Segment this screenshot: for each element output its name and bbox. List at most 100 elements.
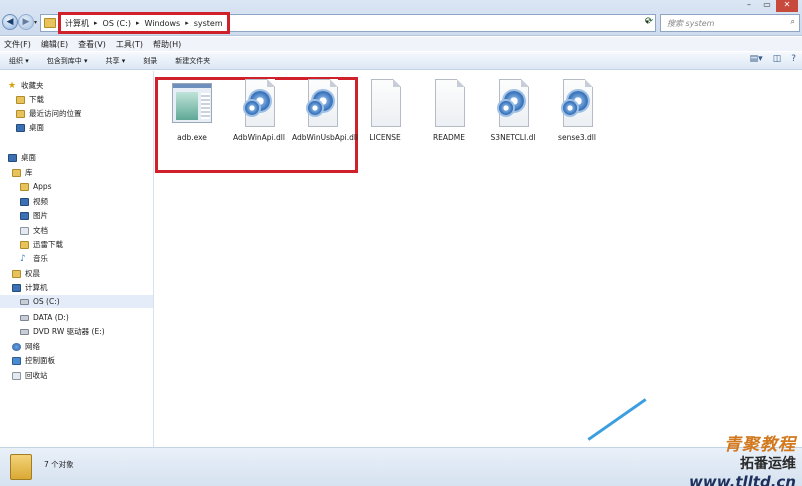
blank-file-icon	[365, 77, 405, 129]
view-controls: ▤▾ ◫ ?	[750, 54, 796, 64]
downloads-folder-icon	[16, 95, 25, 104]
recent-places-icon	[16, 109, 25, 118]
nav-label: 收藏夹	[21, 81, 44, 90]
arrow-left-icon: ◀	[6, 17, 14, 27]
nav-user-folder[interactable]: 权晨	[12, 267, 40, 280]
include-in-library-button[interactable]: 包含到库中 ▾	[38, 56, 97, 66]
dll-gear-icon	[302, 77, 342, 129]
menu-file[interactable]: 文件(F)	[4, 39, 31, 50]
search-icon[interactable]: ⌕	[791, 17, 795, 27]
file-name: adb.exe	[177, 133, 207, 142]
video-library-icon	[20, 197, 29, 206]
nav-label: 视频	[33, 197, 48, 206]
minimize-icon[interactable]: –	[740, 0, 758, 12]
folder-icon	[10, 454, 32, 480]
desktop-icon	[8, 153, 17, 162]
breadcrumb-system[interactable]: system	[194, 19, 223, 28]
nav-downloads[interactable]: 下载	[16, 93, 44, 106]
star-icon: ★	[8, 80, 17, 91]
file-item-adbwinapi-dll[interactable]: AdbWinApi.dll	[229, 77, 289, 142]
nav-control-panel[interactable]: 控制面板	[12, 354, 55, 367]
breadcrumb-separator-icon[interactable]: ▸	[94, 19, 98, 27]
search-placeholder: 搜索 system	[667, 19, 715, 28]
menu-tools[interactable]: 工具(T)	[116, 39, 143, 50]
nav-xunlei-downloads[interactable]: 迅雷下载	[20, 238, 63, 251]
share-button[interactable]: 共享 ▾	[97, 56, 135, 66]
file-name: AdbWinApi.dll	[233, 133, 285, 142]
menu-bar: 文件(F) 编辑(E) 查看(V) 工具(T) 帮助(H)	[0, 37, 802, 51]
nav-label: DATA (D:)	[33, 313, 69, 322]
file-item-sense3-dll[interactable]: sense3.dll	[547, 77, 607, 142]
nav-computer[interactable]: 计算机	[12, 281, 48, 294]
nav-drive-c[interactable]: OS (C:)	[0, 295, 153, 308]
file-list: adb.exe AdbWinApi.dll AdbWinUsbApi.dll L…	[155, 71, 802, 447]
breadcrumb-windows[interactable]: Windows	[144, 19, 180, 28]
command-bar: 组织 ▾ 包含到库中 ▾ 共享 ▾ 刻录 新建文件夹 ▤▾ ◫ ?	[0, 52, 802, 70]
music-note-icon: ♪	[20, 253, 26, 264]
close-icon[interactable]: ✕	[776, 0, 798, 12]
watermark-url: www.tlltd.cn	[689, 473, 796, 486]
address-box[interactable]: 计算机 ▸ OS (C:) ▸ Windows ▸ system ▾	[40, 12, 656, 34]
file-item-adb-exe[interactable]: adb.exe	[162, 77, 222, 142]
organize-button[interactable]: 组织 ▾	[0, 56, 38, 66]
nav-dvd-drive[interactable]: DVD RW 驱动器 (E:)	[20, 325, 105, 338]
nav-documents[interactable]: 文档	[20, 224, 48, 237]
file-item-s3netcli-dll[interactable]: S3NETCLI.dl	[483, 77, 543, 142]
watermark: 青聚教程 拓番运维 www.tlltd.cn	[689, 430, 796, 486]
nav-music[interactable]: ♪ 音乐	[20, 252, 48, 265]
refresh-icon[interactable]: ⟳	[642, 16, 656, 30]
breadcrumb-drive-c[interactable]: OS (C:)	[103, 19, 131, 28]
xunlei-library-icon	[20, 240, 29, 249]
forward-button[interactable]: ▶	[18, 14, 34, 30]
breadcrumb-separator-icon[interactable]: ▸	[185, 19, 189, 27]
folder-icon	[44, 18, 56, 28]
nav-label: 库	[25, 168, 33, 177]
nav-label: 回收站	[25, 371, 48, 380]
help-icon[interactable]: ?	[791, 54, 796, 64]
file-item-adbwinusbapi-dll[interactable]: AdbWinUsbApi.dll	[292, 77, 359, 142]
desktop-icon	[16, 123, 25, 132]
preview-pane-icon[interactable]: ◫	[773, 54, 782, 64]
nav-recent[interactable]: 最近访问的位置	[16, 107, 82, 120]
window-controls: – ▭ ✕	[740, 0, 798, 12]
nav-label: 下载	[29, 95, 44, 104]
file-name: AdbWinUsbApi.dll	[292, 133, 359, 142]
nav-libraries[interactable]: 库	[12, 166, 33, 179]
nav-videos[interactable]: 视频	[20, 195, 48, 208]
nav-network[interactable]: 网络	[12, 340, 40, 353]
dll-gear-icon	[239, 77, 279, 129]
menu-help[interactable]: 帮助(H)	[153, 39, 181, 50]
dvd-drive-icon	[20, 328, 29, 335]
exe-window-icon	[172, 77, 212, 129]
apps-library-icon	[20, 182, 29, 191]
nav-label: 计算机	[25, 283, 48, 292]
new-folder-button[interactable]: 新建文件夹	[166, 56, 219, 66]
nav-desktop-favorite[interactable]: 桌面	[16, 121, 44, 134]
nav-recycle-bin[interactable]: 回收站	[12, 369, 48, 382]
nav-desktop[interactable]: 桌面	[8, 151, 36, 164]
document-library-icon	[20, 226, 29, 235]
maximize-icon[interactable]: ▭	[758, 0, 776, 12]
search-input[interactable]: 搜索 system ⌕	[660, 14, 800, 32]
breadcrumb-separator-icon[interactable]: ▸	[136, 19, 140, 27]
breadcrumb-computer[interactable]: 计算机	[65, 18, 89, 29]
nav-favorites[interactable]: ★ 收藏夹	[8, 79, 44, 92]
burn-button[interactable]: 刻录	[134, 56, 166, 66]
breadcrumb: 计算机 ▸ OS (C:) ▸ Windows ▸ system	[58, 12, 230, 34]
nav-drive-d[interactable]: DATA (D:)	[20, 311, 69, 324]
back-button[interactable]: ◀	[2, 14, 18, 30]
watermark-line2: 拓番运维	[740, 456, 796, 472]
menu-view[interactable]: 查看(V)	[78, 39, 106, 50]
nav-apps[interactable]: Apps	[20, 180, 52, 193]
nav-label: 网络	[25, 342, 40, 351]
file-item-readme[interactable]: README	[419, 77, 479, 142]
control-panel-icon	[12, 356, 21, 365]
drive-icon	[20, 314, 29, 321]
file-name: LICENSE	[369, 133, 401, 142]
menu-edit[interactable]: 编辑(E)	[41, 39, 68, 50]
nav-pictures[interactable]: 图片	[20, 209, 48, 222]
view-options-icon[interactable]: ▤▾	[750, 54, 763, 64]
history-dropdown-icon[interactable]: ▾	[34, 19, 37, 26]
file-item-license[interactable]: LICENSE	[355, 77, 415, 142]
status-bar: 7 个对象	[0, 447, 802, 486]
